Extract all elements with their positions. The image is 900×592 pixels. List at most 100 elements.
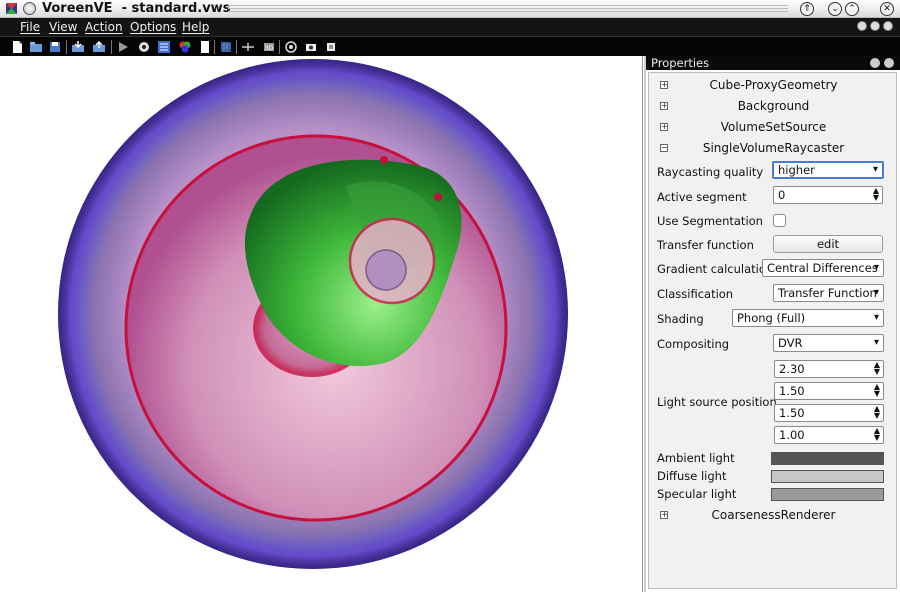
app-icon xyxy=(6,3,17,14)
spin-arrows-icon[interactable]: ▲ ▼ xyxy=(874,427,880,442)
settings-icon[interactable] xyxy=(137,40,151,54)
property-label: Ambient light xyxy=(657,451,735,465)
section-title: CoarsenessRenderer xyxy=(711,508,836,522)
property-compositing: Compositing DVR ▾ xyxy=(649,333,898,355)
float-panel-icon[interactable] xyxy=(870,58,880,68)
spin-arrows-icon[interactable]: ▲ ▼ xyxy=(874,383,880,398)
select-value: DVR xyxy=(778,336,803,350)
property-transfer-function: Transfer function edit xyxy=(649,234,898,256)
gradient-calculation-select[interactable]: Central Differences ▾ xyxy=(762,259,884,277)
property-label: Active segment xyxy=(657,190,747,204)
compositing-select[interactable]: DVR ▾ xyxy=(773,334,884,352)
window-title: VoreenVE - standard.vws xyxy=(42,1,231,16)
mdi-minimize-icon[interactable] xyxy=(857,21,867,31)
property-label: Classification xyxy=(657,287,734,301)
section-coarseness-renderer[interactable]: + CoarsenessRenderer xyxy=(649,505,898,525)
spinbox-value: 1.50 xyxy=(779,406,805,420)
menu-bar: File View Action Options Help xyxy=(0,18,900,36)
chevron-down-icon: ▾ xyxy=(873,337,879,348)
select-value: Phong (Full) xyxy=(737,311,806,325)
section-background[interactable]: + Background xyxy=(649,96,898,116)
property-classification: Classification Transfer Function ▾ xyxy=(649,283,898,305)
volume-rendering xyxy=(58,59,568,569)
property-label: Gradient calculation xyxy=(657,262,774,276)
property-specular-light: Specular light xyxy=(649,483,898,505)
grid-icon[interactable] xyxy=(219,40,233,54)
export-icon[interactable] xyxy=(92,40,106,54)
use-segmentation-checkbox[interactable] xyxy=(773,214,786,227)
diffuse-color-swatch[interactable] xyxy=(771,470,884,483)
light-w-spinbox[interactable]: 1.00 ▲ ▼ xyxy=(774,426,884,444)
properties-body: + Cube-ProxyGeometry + Background + Volu… xyxy=(648,72,897,589)
property-label: Diffuse light xyxy=(657,469,727,483)
shading-select[interactable]: Phong (Full) ▾ xyxy=(732,309,884,327)
spin-arrows-icon[interactable]: ▲ ▼ xyxy=(874,405,880,420)
menu-view[interactable]: View xyxy=(49,20,77,34)
render-canvas[interactable] xyxy=(0,56,643,592)
render-icon[interactable]: 3D xyxy=(262,40,276,54)
network-icon[interactable] xyxy=(157,40,171,54)
minimize-button[interactable]: ⌄ xyxy=(828,2,842,16)
open-icon[interactable] xyxy=(29,40,43,54)
section-title: Cube-ProxyGeometry xyxy=(709,78,838,92)
properties-header: Properties xyxy=(646,56,900,70)
camera-icon[interactable] xyxy=(284,40,298,54)
close-button[interactable]: ✕ xyxy=(880,2,894,16)
property-label: Use Segmentation xyxy=(657,214,763,228)
save-icon[interactable] xyxy=(48,40,62,54)
snapshot-icon[interactable] xyxy=(304,40,318,54)
import-icon[interactable] xyxy=(71,40,85,54)
svg-text:3D: 3D xyxy=(265,45,274,52)
properties-panel: Properties + Cube-ProxyGeometry + Backgr… xyxy=(644,56,900,592)
mdi-close-icon[interactable] xyxy=(883,21,893,31)
select-value: Transfer Function xyxy=(778,286,877,300)
chevron-down-icon: ▾ xyxy=(873,287,879,298)
window-menu-button[interactable] xyxy=(23,2,36,15)
property-label: Transfer function xyxy=(657,238,754,252)
chevron-down-icon: ▾ xyxy=(872,164,878,175)
script-icon[interactable] xyxy=(324,40,338,54)
menu-options[interactable]: Options xyxy=(130,20,176,34)
spin-arrows-icon[interactable]: ▲ ▼ xyxy=(873,187,879,202)
mdi-restore-icon[interactable] xyxy=(870,21,880,31)
spin-arrows-icon[interactable]: ▲ ▼ xyxy=(874,361,880,376)
property-shading: Shading Phong (Full) ▾ xyxy=(649,308,898,330)
property-raycasting-quality: Raycasting quality higher ▾ xyxy=(649,161,898,183)
spinbox-value: 0 xyxy=(778,188,786,202)
section-volume-set-source[interactable]: + VolumeSetSource xyxy=(649,117,898,137)
property-label: Specular light xyxy=(657,487,737,501)
title-bar: VoreenVE - standard.vws ⇑ ⌄ ⌃ ✕ xyxy=(0,0,900,18)
section-cube-proxy-geometry[interactable]: + Cube-ProxyGeometry xyxy=(649,75,898,95)
property-label: Light source position xyxy=(657,395,777,409)
maximize-button[interactable]: ⌃ xyxy=(845,2,859,16)
spinbox-value: 2.30 xyxy=(779,362,805,376)
spinbox-value: 1.50 xyxy=(779,384,805,398)
classification-select[interactable]: Transfer Function ▾ xyxy=(773,284,884,302)
light-z-spinbox[interactable]: 1.50 ▲ ▼ xyxy=(774,404,884,422)
property-label: Shading xyxy=(657,312,704,326)
ambient-color-swatch[interactable] xyxy=(771,452,884,465)
raycasting-quality-select[interactable]: higher ▾ xyxy=(772,161,884,179)
property-use-segmentation: Use Segmentation xyxy=(649,210,898,232)
section-title: VolumeSetSource xyxy=(720,120,827,134)
menu-action[interactable]: Action xyxy=(85,20,123,34)
property-gradient-calculation: Gradient calculation Central Differences… xyxy=(649,258,898,280)
transfer-function-edit-button[interactable]: edit xyxy=(773,235,883,253)
light-y-spinbox[interactable]: 1.50 ▲ ▼ xyxy=(774,382,884,400)
specular-color-swatch[interactable] xyxy=(771,488,884,501)
active-segment-spinbox[interactable]: 0 ▲ ▼ xyxy=(773,186,883,204)
section-single-volume-raycaster[interactable]: − SingleVolumeRaycaster xyxy=(649,138,898,158)
close-panel-icon[interactable] xyxy=(884,58,894,68)
section-title: Background xyxy=(737,99,810,113)
page-icon[interactable] xyxy=(198,40,212,54)
keep-above-button[interactable]: ⇑ xyxy=(800,2,814,16)
menu-file[interactable]: File xyxy=(20,20,40,34)
chevron-down-icon: ▾ xyxy=(873,312,879,323)
run-icon[interactable] xyxy=(116,40,130,54)
property-label: Compositing xyxy=(657,337,730,351)
color-icon[interactable] xyxy=(178,40,192,54)
layout-icon[interactable] xyxy=(241,40,255,54)
new-icon[interactable] xyxy=(10,40,24,54)
menu-help[interactable]: Help xyxy=(182,20,209,34)
light-x-spinbox[interactable]: 2.30 ▲ ▼ xyxy=(774,360,884,378)
